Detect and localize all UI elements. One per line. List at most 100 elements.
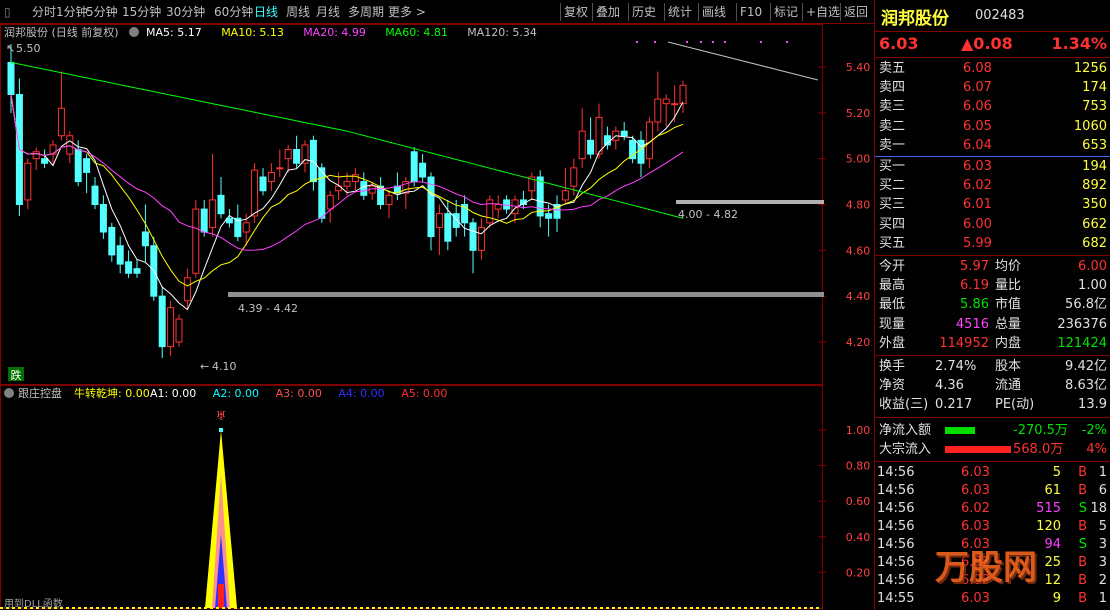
candle-body <box>158 295 166 348</box>
indicator-value-0: 牛转乾坤: 0.00 <box>74 386 150 400</box>
bid-row: 买一 6.03 194 <box>875 157 1110 176</box>
tick-side: B <box>1078 483 1087 498</box>
stat-row: 今开 5.97 均价 6.00 <box>875 257 1110 276</box>
tick-price: 6.03 <box>961 465 990 480</box>
tool-button-5[interactable]: F10 <box>740 4 762 20</box>
candle-body <box>494 204 502 210</box>
panel-icon[interactable]: ▯ <box>4 4 11 20</box>
bid-volume: 662 <box>1082 216 1107 232</box>
signal-dot <box>760 41 762 43</box>
tick-time: 14:56 <box>877 483 915 498</box>
period-tab-8[interactable]: 月线 <box>316 4 340 20</box>
tick-volume: 515 <box>1036 501 1061 516</box>
candle-body <box>536 176 544 217</box>
stat2-label: 净资 <box>879 378 906 394</box>
ma-label-2: MA20: 4.99 <box>303 26 366 39</box>
spike-top <box>219 428 223 432</box>
ask-price: 6.05 <box>963 118 992 134</box>
low-label: 4.10 <box>212 360 237 373</box>
period-tab-1[interactable]: 1分钟 <box>56 4 88 20</box>
tick-volume: 25 <box>1044 555 1061 570</box>
period-tab-6[interactable]: 日线 <box>254 4 278 20</box>
bid-row: 买五 5.99 682 <box>875 234 1110 253</box>
flow-pct: 4% <box>1086 441 1107 457</box>
period-tab-7[interactable]: 周线 <box>286 4 310 20</box>
candle-body <box>662 98 670 105</box>
tool-button-0[interactable]: 复权 <box>564 4 588 20</box>
price-axis-label: 5.40 <box>846 61 871 74</box>
stat2-value: 2.74% <box>935 359 977 374</box>
candle-body <box>654 98 662 123</box>
stat-row: 最低 5.86 市值 56.8亿 <box>875 295 1110 314</box>
toolbar-divider <box>698 3 699 21</box>
tool-button-2[interactable]: 历史 <box>632 4 656 20</box>
stat-label: 最低 <box>879 297 906 313</box>
low-arrow: ← <box>200 360 209 373</box>
stat-value: 4516 <box>955 316 989 332</box>
candle-body <box>318 167 326 219</box>
stat2-label: 流通 <box>995 378 1022 394</box>
signal-dot <box>700 41 702 43</box>
indicator-value-4: A4: 0.00 <box>338 387 384 400</box>
candle-body <box>545 213 553 219</box>
candle-body <box>284 149 292 160</box>
stat-value: 6.00 <box>1078 259 1107 274</box>
tool-button-6[interactable]: 标记 <box>774 4 798 20</box>
ma-settings-icon[interactable] <box>129 27 139 37</box>
candle-body <box>133 268 141 274</box>
ask-volume: 1060 <box>1073 118 1107 134</box>
period-tab-5[interactable]: 60分钟 <box>214 4 253 20</box>
candle-body <box>125 261 133 274</box>
tool-button-1[interactable]: 叠加 <box>596 4 620 20</box>
period-tab-3[interactable]: 15分钟 <box>122 4 161 20</box>
indicator-axis-label: 0.60 <box>846 495 871 508</box>
indicator-value-2: A2: 0.00 <box>213 387 259 400</box>
candle-body <box>410 151 418 183</box>
period-tab-2[interactable]: 5分钟 <box>86 4 118 20</box>
trend-line <box>667 41 819 81</box>
candle-body <box>419 162 427 178</box>
bid-volume: 892 <box>1082 178 1107 194</box>
candle-body <box>200 208 208 233</box>
ask-price: 6.07 <box>963 80 992 96</box>
stat-label: 总量 <box>995 316 1022 332</box>
period-tab-0[interactable]: 分时 <box>32 4 56 20</box>
tool-button-4[interactable]: 画线 <box>702 4 726 20</box>
signal-dot <box>724 41 726 43</box>
tick-count: 18 <box>1090 501 1107 516</box>
signal-dot <box>712 41 714 43</box>
ask-label: 卖四 <box>879 80 906 96</box>
ma-label-1: MA10: 5.13 <box>221 26 284 39</box>
tick-row: 14:55 6.03 9 B 1 <box>875 589 1110 608</box>
tick-row: 14:56 6.03 5 B 1 <box>875 463 1110 482</box>
period-tab-10[interactable]: 更多 > <box>388 4 426 20</box>
stat-value: 56.8亿 <box>1065 297 1107 313</box>
price-axis-label: 5.00 <box>846 153 871 166</box>
toolbar-divider <box>664 3 665 21</box>
flow-bar <box>945 426 975 434</box>
kline-chart[interactable]: 5.40 5.20 5.00 4.80 4.60 4.40 4.20 润邦股份 (日线 前复权… <box>0 24 874 610</box>
tool-button-7[interactable]: +自选 <box>806 4 840 20</box>
tick-price: 6.03 <box>961 483 990 498</box>
price-row: 6.03 ▲0.08 1.34% <box>875 34 1110 53</box>
stat2-row: 收益(三) 0.217 PE(动) 13.9 <box>875 395 1110 414</box>
indicator-settings-icon[interactable] <box>4 388 14 398</box>
candle-body <box>57 107 65 137</box>
tick-volume: 5 <box>1052 465 1061 480</box>
candle-body <box>444 213 452 242</box>
quote-divider <box>875 461 1110 462</box>
price-axis-label: 4.60 <box>846 244 871 257</box>
toolbar-divider <box>560 3 561 21</box>
period-tab-9[interactable]: 多周期 <box>348 4 384 20</box>
candle-body <box>66 135 74 155</box>
period-tab-4[interactable]: 30分钟 <box>166 4 205 20</box>
bid-price: 6.00 <box>963 216 992 232</box>
spike-red <box>218 584 224 608</box>
tick-count: 6 <box>1098 483 1107 498</box>
tool-button-3[interactable]: 统计 <box>668 4 692 20</box>
candle-body <box>242 222 250 233</box>
ask-row: 卖四 6.07 174 <box>875 78 1110 97</box>
tool-button-8[interactable]: 返回 <box>844 4 868 20</box>
candle-body <box>83 158 91 173</box>
indicator-name: 跟庄控盘 <box>18 386 62 400</box>
